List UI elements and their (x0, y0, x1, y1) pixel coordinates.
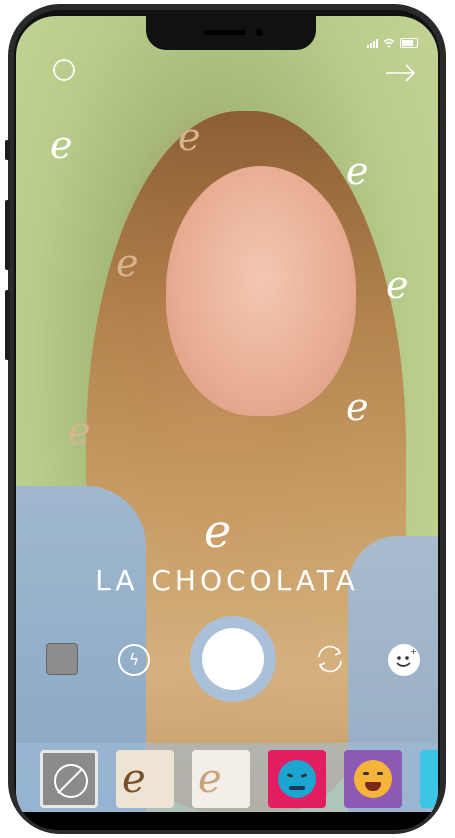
wifi-icon (383, 38, 395, 48)
chocolata-logo-light: e (198, 756, 222, 802)
shutter-button-inner (202, 628, 264, 690)
filter-chocolata-dark[interactable]: e (116, 750, 174, 808)
brand-logo: e (204, 504, 232, 558)
filter-angry[interactable] (268, 750, 326, 808)
doodle-beige: e (116, 241, 139, 285)
doodle-white: e (346, 149, 369, 193)
no-filter-button[interactable] (40, 750, 98, 808)
shutter-button[interactable] (190, 616, 276, 702)
svg-text:+: + (410, 647, 417, 656)
volume-down-button (5, 290, 10, 360)
screen-bottom-edge (16, 812, 438, 830)
doodle-white: e (346, 385, 369, 429)
camera-preview-face (166, 166, 356, 416)
doodle-white: e (50, 123, 73, 167)
chocolata-logo-dark: e (122, 756, 146, 802)
battery-icon (400, 38, 418, 48)
speaker-grille (204, 30, 246, 35)
doodle-beige: e (178, 115, 201, 159)
no-filter-icon (54, 764, 88, 798)
doodle-white: e (386, 263, 409, 307)
flash-icon[interactable]: ϟ (118, 644, 150, 676)
face-effects-icon[interactable]: + (388, 644, 420, 676)
filter-chocolata-light[interactable]: e (192, 750, 250, 808)
laughing-face-icon (354, 760, 392, 798)
angry-face-icon (278, 760, 316, 798)
phone-notch (146, 16, 316, 50)
camera-screen: e e e e e e e e LA CHOCOLATA ϟ + e e (16, 16, 438, 830)
filter-more[interactable] (420, 750, 438, 808)
settings-ring-icon[interactable] (50, 56, 78, 84)
filter-laughing[interactable] (344, 750, 402, 808)
mute-switch (5, 140, 10, 160)
status-bar (367, 38, 418, 48)
doodle-beige: e (68, 409, 91, 453)
flip-camera-icon[interactable] (313, 642, 347, 676)
volume-up-button (5, 200, 10, 270)
brand-name: LA CHOCOLATA (95, 564, 359, 597)
signal-bars-icon (367, 38, 378, 48)
arrow-right-icon[interactable] (384, 62, 418, 84)
gallery-square-icon[interactable] (46, 643, 78, 675)
front-camera-dot (256, 29, 263, 36)
